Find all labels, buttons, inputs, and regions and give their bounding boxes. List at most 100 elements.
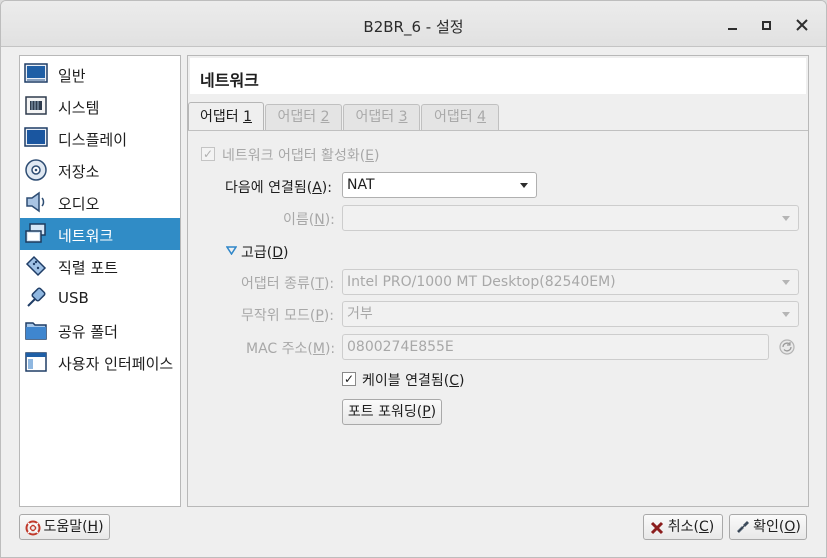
- label-mnemonic: N: [314, 212, 325, 228]
- sidebar-item-label: USB: [58, 289, 89, 307]
- sidebar-item-label: 직렬 포트: [58, 259, 118, 277]
- ok-icon: [737, 521, 749, 533]
- sidebar-item-label: 공유 폴더: [58, 323, 118, 341]
- usb-icon: [27, 287, 46, 307]
- sidebar-item-shared-folders[interactable]: 공유 폴더: [20, 314, 180, 346]
- adapter-type-select[interactable]: Intel PRO/1000 MT Desktop(82540EM): [342, 269, 799, 295]
- tab-label: 어댑터: [433, 109, 478, 125]
- sidebar-item-system[interactable]: 시스템: [20, 90, 180, 122]
- cable-connected-checkbox[interactable]: ✓: [342, 372, 356, 386]
- tab-adapter-4[interactable]: 어댑터 4: [421, 104, 499, 131]
- button-label-end: ): [795, 519, 801, 535]
- sidebar-item-label: 디스플레이: [58, 131, 128, 149]
- settings-content: 네트워크 어댑터 1 어댑터 2 어댑터 3 어댑터 4 ✓ 네트워크 어댑터 …: [187, 55, 809, 507]
- tab-adapter-2[interactable]: 어댑터 2: [265, 104, 342, 131]
- close-icon: [796, 19, 808, 31]
- refresh-mac-icon[interactable]: [778, 338, 796, 356]
- sidebar-item-label: 오디오: [58, 195, 100, 213]
- serial-port-icon: [25, 255, 47, 277]
- button-mnemonic: H: [87, 519, 99, 535]
- tab-mnemonic: 3: [398, 109, 408, 125]
- sidebar-item-general[interactable]: 일반: [20, 58, 180, 90]
- sidebar-item-display[interactable]: 디스플레이: [20, 122, 180, 154]
- label-text: MAC 주소(: [246, 341, 313, 357]
- advanced-toggle[interactable]: 고급(D): [241, 242, 288, 262]
- label-mnemonic: P: [315, 308, 324, 324]
- window-title: B2BR_6 - 설정: [363, 18, 464, 36]
- system-chip-icon: [25, 96, 47, 115]
- folder-icon: [25, 322, 47, 340]
- page-title: 네트워크: [200, 71, 259, 90]
- label-text: 네트워크 어댑터 활성화(: [222, 148, 366, 164]
- label-text-end: ): [283, 245, 289, 261]
- sidebar-item-label: 시스템: [58, 99, 100, 117]
- settings-window: B2BR_6 - 설정 일반 시스템 디스플레이 저장소 오디오 네트워크 직렬…: [0, 0, 827, 558]
- maximize-button[interactable]: [757, 16, 775, 34]
- tab-label: 어댑터: [199, 109, 244, 125]
- cancel-button[interactable]: 취소(C): [643, 514, 723, 540]
- chevron-down-icon: [520, 183, 528, 188]
- attached-to-select[interactable]: NAT: [342, 172, 537, 198]
- port-forwarding-button[interactable]: 포트 포워딩(P): [342, 399, 442, 425]
- cable-connected-label: 케이블 연결됨(C): [362, 370, 464, 390]
- label-text-end: ):: [323, 308, 334, 324]
- sidebar-item-label: 네트워크: [58, 227, 114, 245]
- tab-mnemonic: 4: [477, 109, 486, 125]
- cancel-icon: [650, 521, 664, 535]
- mac-address-field[interactable]: 0800274E855E: [342, 334, 769, 360]
- name-select[interactable]: [342, 205, 799, 231]
- enable-adapter-checkbox[interactable]: ✓: [201, 147, 215, 161]
- minimize-button[interactable]: [723, 16, 741, 34]
- label-text: 이름(: [283, 212, 315, 228]
- page-header: 네트워크: [190, 58, 806, 94]
- label-mnemonic: C: [449, 373, 459, 389]
- maximize-icon: [761, 20, 771, 30]
- sidebar-item-audio[interactable]: 오디오: [20, 186, 180, 218]
- storage-disk-icon: [25, 159, 47, 181]
- button-mnemonic: O: [784, 519, 796, 535]
- network-icon: [25, 223, 46, 243]
- ok-button[interactable]: 확인(O): [729, 514, 807, 540]
- select-value: NAT: [347, 177, 375, 193]
- adapter-tabs: 어댑터 1 어댑터 2 어댑터 3 어댑터 4: [188, 102, 808, 131]
- tab-mnemonic: 1: [243, 109, 252, 125]
- label-text-end: ):: [324, 212, 335, 228]
- attached-to-label: 다음에 연결됨(A):: [225, 177, 332, 197]
- adapter-panel: ✓ 네트워크 어댑터 활성화(E) 다음에 연결됨(A): NAT 이름(N):…: [188, 130, 808, 506]
- field-value: 0800274E855E: [347, 339, 454, 355]
- tab-adapter-3[interactable]: 어댑터 3: [343, 104, 420, 131]
- sidebar-item-user-interface[interactable]: 사용자 인터페이스: [20, 346, 180, 378]
- promiscuous-mode-select[interactable]: 거부: [342, 301, 799, 327]
- sidebar-item-label: 저장소: [58, 163, 100, 181]
- label-text: 다음에 연결됨(: [225, 180, 313, 196]
- sidebar-item-serial-port[interactable]: 직렬 포트: [20, 250, 180, 282]
- label-text-end: ):: [324, 341, 336, 357]
- select-value: 거부: [347, 306, 373, 322]
- help-button[interactable]: 도움말(H): [19, 514, 110, 540]
- user-interface-icon: [25, 352, 47, 372]
- label-mnemonic: D: [272, 245, 284, 261]
- sidebar-item-network[interactable]: 네트워크: [20, 218, 180, 250]
- chevron-down-icon: [782, 280, 790, 285]
- label-text: 어댑터 종류(: [241, 276, 316, 292]
- mac-address-label: MAC 주소(M):: [246, 338, 335, 358]
- button-label-end: ): [708, 519, 715, 535]
- label-text-end: ): [374, 148, 380, 164]
- tab-adapter-1[interactable]: 어댑터 1: [188, 102, 264, 131]
- button-label: 취소(: [667, 519, 699, 535]
- enable-adapter-label: 네트워크 어댑터 활성화(E): [222, 145, 380, 165]
- adapter-type-label: 어댑터 종류(T):: [241, 273, 334, 293]
- sidebar-item-usb[interactable]: USB: [20, 282, 180, 314]
- close-button[interactable]: [793, 16, 811, 34]
- button-label: 확인(: [753, 519, 785, 535]
- tab-mnemonic: 2: [320, 109, 330, 125]
- sidebar-item-label: 사용자 인터페이스: [58, 355, 174, 373]
- sidebar-item-storage[interactable]: 저장소: [20, 154, 180, 186]
- tab-label: 어댑터: [277, 109, 321, 125]
- promiscuous-mode-label: 무작위 모드(P):: [241, 305, 334, 325]
- label-mnemonic: E: [365, 148, 375, 164]
- expand-triangle-icon[interactable]: [226, 246, 237, 255]
- button-mnemonic: C: [698, 519, 709, 535]
- speaker-icon: [26, 191, 45, 213]
- help-icon: [25, 520, 41, 536]
